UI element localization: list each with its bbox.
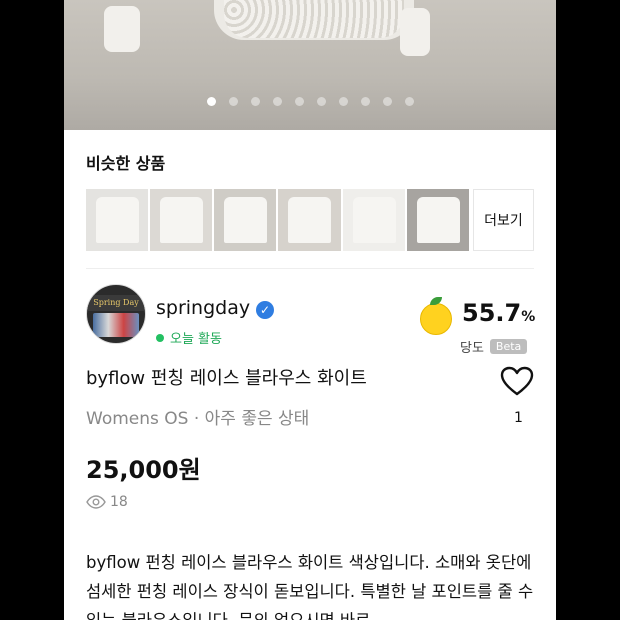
carousel-dot[interactable] [382,97,392,106]
sweetness-label-row: 당도 Beta [460,337,528,356]
seller-activity-status: 오늘 활동 [156,328,222,347]
product-page: 비슷한 상품 더보기 Spring Day springday ✓ 오늘 활동 … [64,0,556,620]
view-count-row: 18 [86,494,128,510]
like-count: 1 [514,410,523,426]
similar-product-thumbnail[interactable] [86,189,149,251]
similar-product-thumbnail[interactable] [150,189,213,251]
carousel-dot[interactable] [338,97,348,106]
garment-image [400,8,430,56]
seller-section[interactable]: Spring Day springday ✓ 오늘 활동 55.7% 당도 Be… [64,269,556,356]
similar-product-thumbnail[interactable] [406,189,469,251]
carousel-indicator [64,97,556,106]
product-title: byflow 펀칭 레이스 블라우스 화이트 [86,368,367,389]
carousel-dot[interactable] [272,97,282,106]
eye-icon [86,495,106,509]
more-similar-button[interactable]: 더보기 [472,189,535,251]
carousel-dot[interactable] [228,97,238,106]
seller-name[interactable]: springday [156,297,250,319]
seller-avatar[interactable]: Spring Day [86,284,146,344]
carousel-dot[interactable] [294,97,304,106]
view-count: 18 [110,494,128,510]
check-badge-icon: ✓ [256,301,274,319]
carousel-dot[interactable] [250,97,260,106]
similar-products-list: 더보기 [86,189,535,251]
avatar-shopfront [93,313,139,337]
beta-badge: Beta [489,339,528,354]
product-size-condition: Womens OS · 아주 좋은 상태 [86,409,310,429]
carousel-dot[interactable] [360,97,370,106]
sweetness-score: 55.7% [462,299,535,327]
heart-icon[interactable] [500,366,534,396]
similar-products-section: 비슷한 상품 더보기 [64,130,556,251]
garment-image [104,6,140,52]
product-price: 25,000원 [86,456,201,484]
apple-icon [420,297,452,335]
sweetness-unit: % [521,309,536,325]
carousel-dot[interactable] [316,97,326,106]
online-dot-icon [156,333,164,342]
product-image-carousel[interactable] [64,0,556,130]
product-description: byflow 펀칭 레이스 블라우스 화이트 색상입니다. 소매와 옷단에 섬세… [86,553,534,620]
sweetness-value: 55.7 [462,299,522,327]
similar-product-thumbnail[interactable] [342,189,405,251]
carousel-dot[interactable] [404,97,414,106]
garment-image [224,0,404,38]
activity-label: 오늘 활동 [170,332,222,347]
similar-product-thumbnail[interactable] [278,189,341,251]
carousel-dot[interactable] [206,97,216,106]
similar-product-thumbnail[interactable] [214,189,277,251]
sweetness-label: 당도 [460,341,484,356]
avatar-sign-text: Spring Day [87,295,145,311]
similar-products-title: 비슷한 상품 [86,154,166,173]
